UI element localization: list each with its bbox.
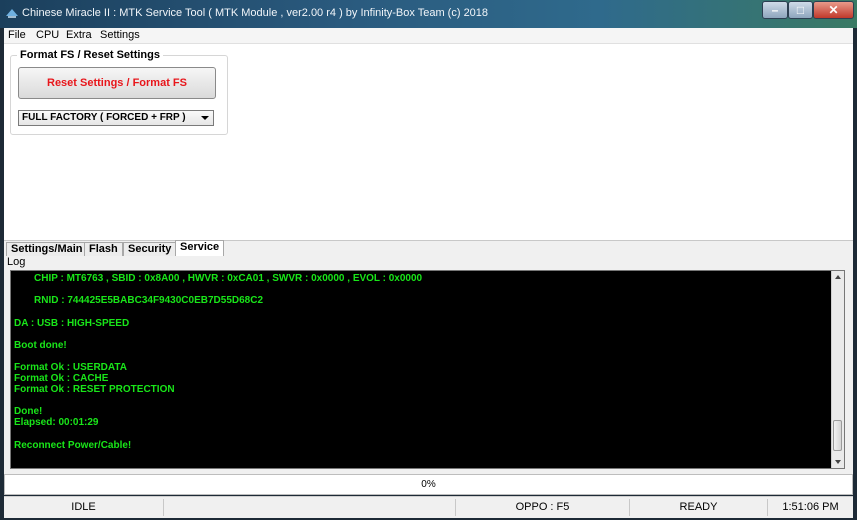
log-line: Format Ok : USERDATA [14, 362, 127, 373]
menu-cpu[interactable]: CPU [36, 29, 59, 41]
tab-security[interactable]: Security [123, 242, 177, 256]
group-label: Format FS / Reset Settings [17, 49, 163, 61]
status-empty [164, 499, 456, 516]
scroll-down-icon[interactable] [835, 460, 841, 464]
minimize-button[interactable]: – [762, 1, 788, 19]
progress-bar: 0% [4, 474, 853, 495]
status-time: 1:51:06 PM [782, 501, 839, 513]
log-line: Elapsed: 00:01:29 [14, 417, 99, 428]
maximize-button[interactable]: □ [788, 1, 813, 19]
log-line: Format Ok : CACHE [14, 373, 109, 384]
reset-settings-format-fs-button[interactable]: Reset Settings / Format FS [18, 67, 216, 99]
progress-percent: 0% [421, 479, 436, 490]
tab-strip: Settings/Main Flash Security Service [4, 240, 853, 257]
log-scrollbar[interactable] [831, 271, 844, 468]
scroll-thumb[interactable] [833, 420, 842, 451]
scroll-up-icon[interactable] [835, 275, 841, 279]
close-button[interactable]: ✕ [813, 1, 854, 19]
main-panel: Format FS / Reset Settings Reset Setting… [4, 44, 853, 240]
log-line: Format Ok : RESET PROTECTION [14, 384, 175, 395]
log-line: CHIP : MT6763 , SBID : 0x8A00 , HWVR : 0… [34, 273, 423, 284]
log-label: Log [7, 256, 26, 268]
menu-extra[interactable]: Extra [66, 29, 92, 41]
status-bar: IDLE OPPO : F5 READY 1:51:06 PM [4, 496, 853, 518]
app-icon [6, 9, 18, 18]
window-title: Chinese Miracle II : MTK Service Tool ( … [22, 7, 489, 19]
tab-flash[interactable]: Flash [84, 242, 123, 256]
log-line: Reconnect Power/Cable! [14, 440, 132, 451]
menu-settings[interactable]: Settings [100, 29, 140, 41]
format-fs-group: Format FS / Reset Settings Reset Setting… [10, 49, 228, 135]
title-bar: Chinese Miracle II : MTK Service Tool ( … [0, 0, 857, 28]
tab-settings-main[interactable]: Settings/Main [6, 242, 88, 256]
status-state: IDLE [4, 499, 164, 516]
log-output[interactable]: CHIP : MT6763 , SBID : 0x8A00 , HWVR : 0… [10, 270, 845, 469]
log-line: Boot done! [14, 340, 67, 351]
minimize-icon: – [771, 3, 779, 17]
log-panel: Log CHIP : MT6763 , SBID : 0x8A00 , HWVR… [4, 256, 853, 474]
log-line: RNID : 744425E5BABC34F9430C0EB7D55D68C2 [34, 295, 264, 306]
status-device: OPPO : F5 [456, 499, 630, 516]
tab-service[interactable]: Service [175, 240, 225, 257]
status-ready: READY [630, 499, 768, 516]
log-line: DA : USB : HIGH-SPEED [14, 318, 130, 329]
menu-file[interactable]: File [8, 29, 26, 41]
format-mode-dropdown[interactable]: FULL FACTORY ( FORCED + FRP ) [18, 110, 214, 126]
maximize-icon: □ [796, 3, 805, 17]
chevron-down-icon [201, 116, 209, 120]
format-mode-value: FULL FACTORY ( FORCED + FRP ) [22, 112, 186, 123]
menu-bar: File CPU Extra Settings [4, 28, 853, 44]
close-icon: ✕ [828, 3, 839, 17]
log-line: Done! [14, 406, 43, 417]
